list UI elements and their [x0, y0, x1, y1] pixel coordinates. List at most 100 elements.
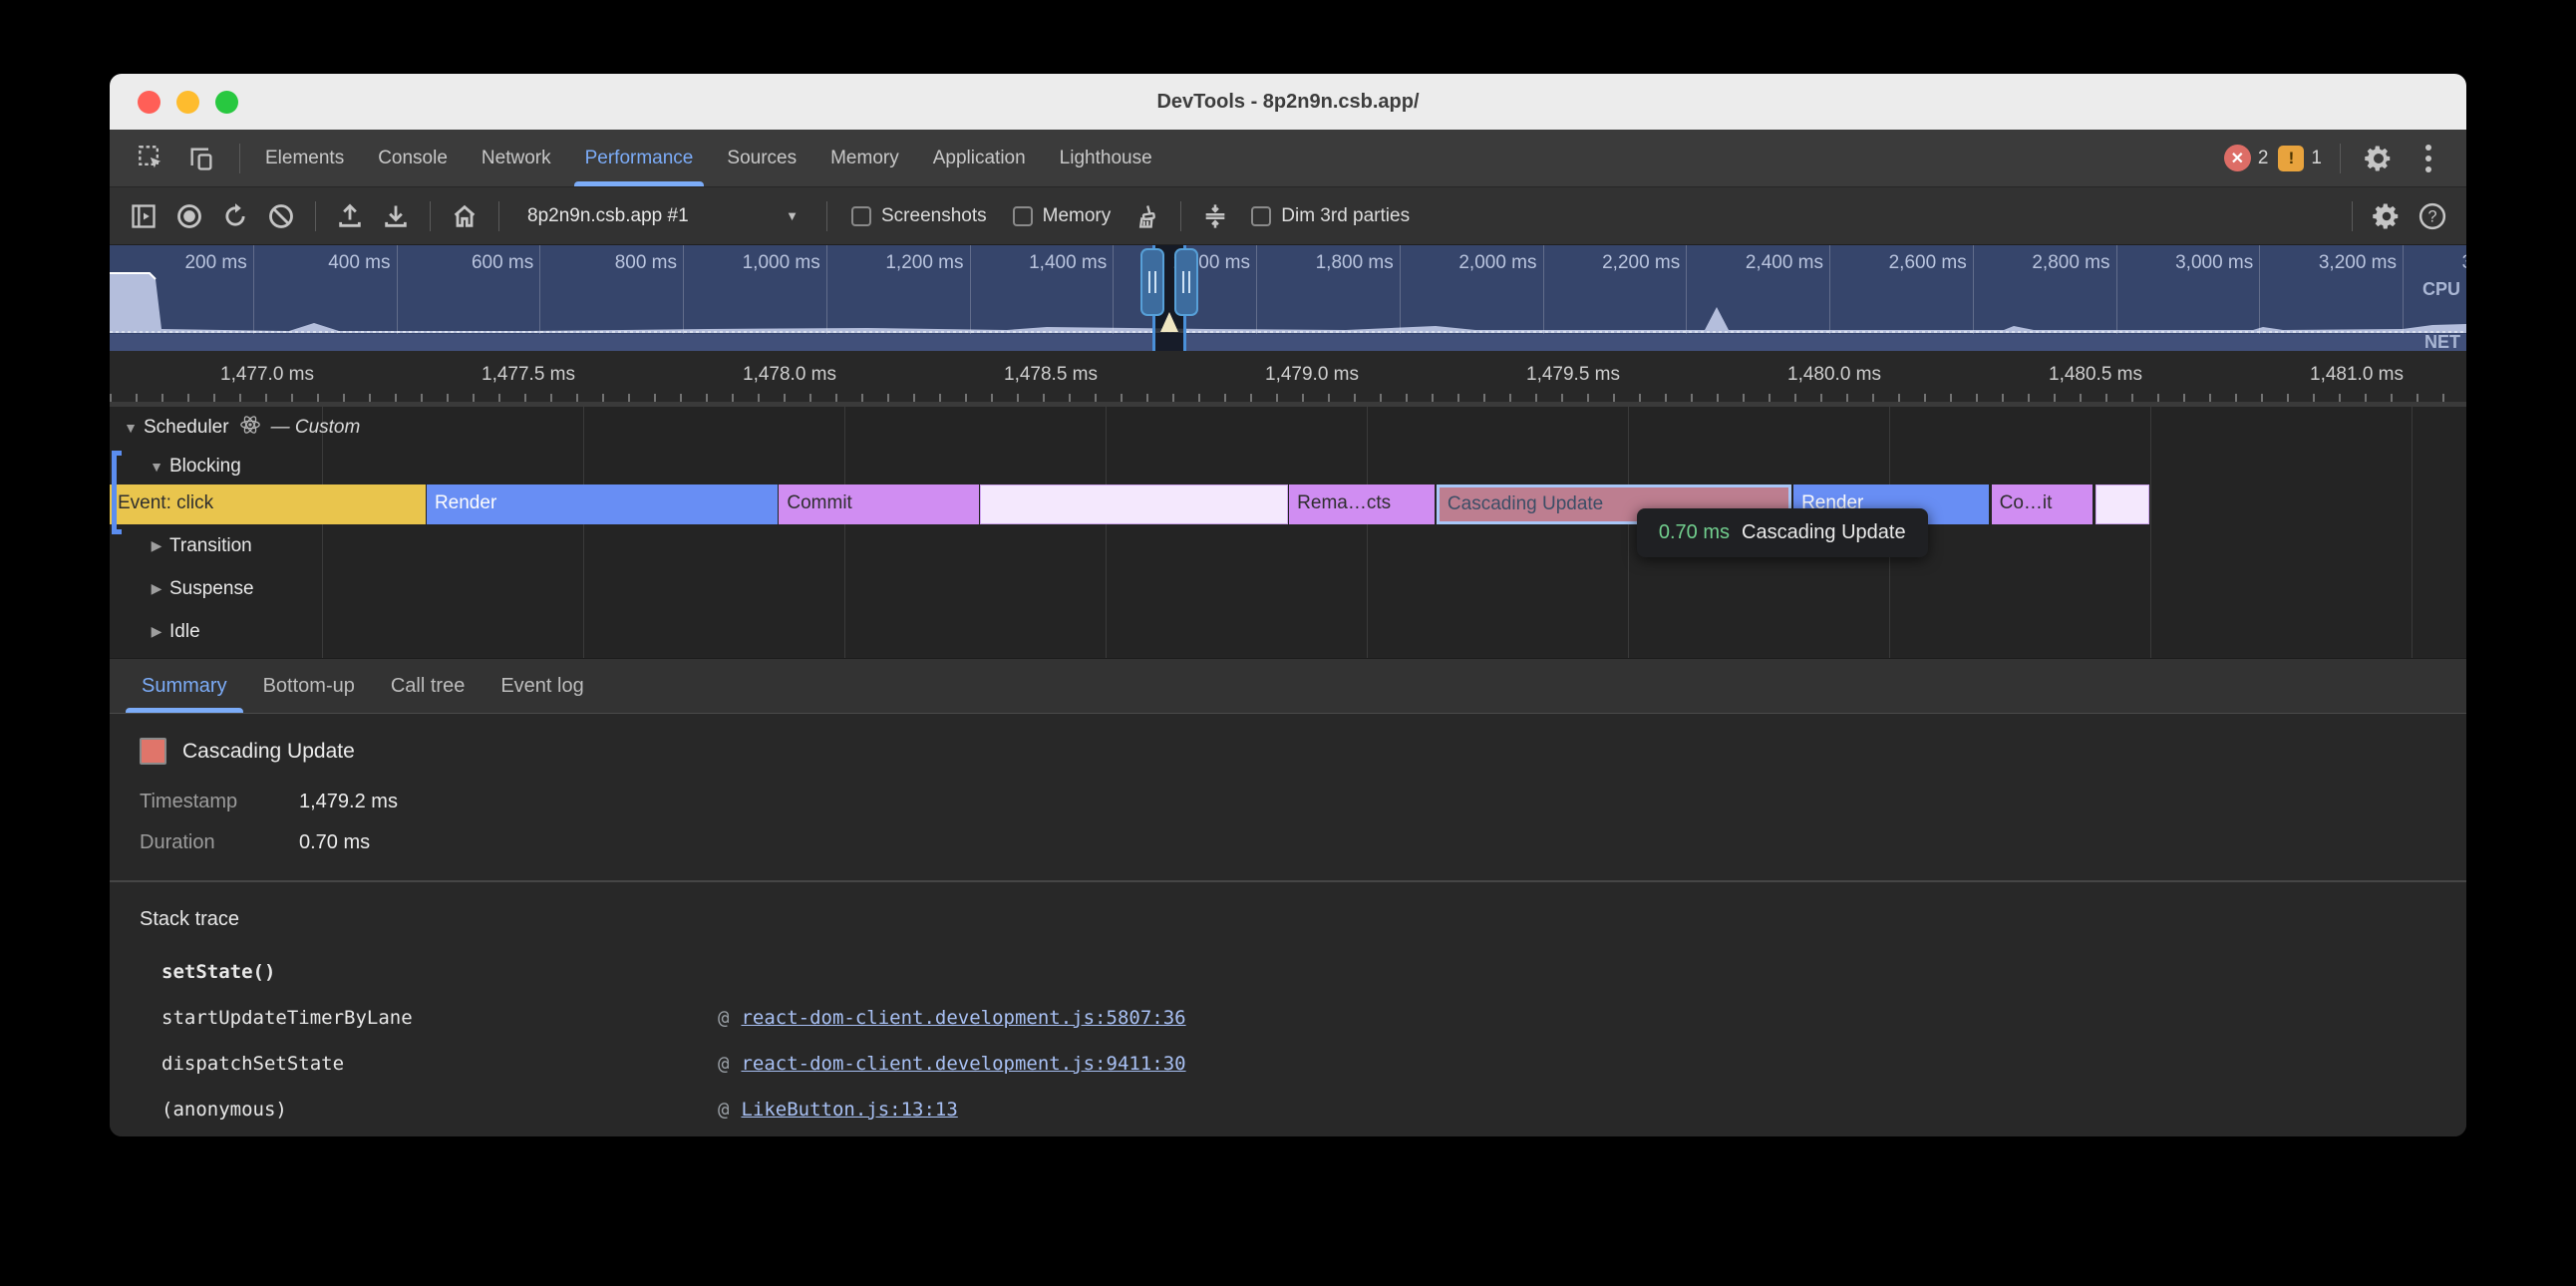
memory-label: Memory [1043, 205, 1112, 227]
selection-handle-right[interactable] [1174, 248, 1198, 316]
ruler-tick-label: 1,480.5 ms [1993, 364, 2142, 386]
close-window-button[interactable] [138, 91, 161, 114]
ruler-tick-label: 1,479.5 ms [1470, 364, 1620, 386]
flame-bar-event-click[interactable]: Event: click [110, 484, 426, 524]
frame-function-name: setState() [140, 961, 718, 983]
tab-console[interactable]: Console [361, 130, 465, 186]
memory-checkbox[interactable]: Memory [1003, 205, 1122, 227]
tab-application[interactable]: Application [916, 130, 1043, 186]
flame-bar-commit[interactable]: Commit [779, 484, 979, 524]
devtools-tabbar: ElementsConsoleNetworkPerformanceSources… [110, 130, 2466, 187]
home-icon[interactable] [445, 196, 484, 236]
field-name: Duration [140, 831, 299, 854]
error-badge[interactable]: ✕ 2 [2224, 145, 2269, 171]
tab-lighthouse[interactable]: Lighthouse [1043, 130, 1169, 186]
overview-tick-label: 1,400 ms [951, 252, 1107, 274]
tab-performance[interactable]: Performance [568, 130, 711, 186]
collapse-sections-icon[interactable] [1195, 196, 1235, 236]
more-options-icon[interactable] [2409, 139, 2448, 178]
device-toolbar-icon[interactable] [181, 139, 221, 178]
track-group-blocking[interactable]: ▼ Blocking [110, 449, 2466, 484]
error-icon: ✕ [2224, 145, 2251, 171]
tab-sources[interactable]: Sources [710, 130, 813, 186]
stack-frame: (anonymous)@LikeButton.js:13:13 [140, 1099, 2436, 1121]
selected-track-bracket [112, 451, 122, 534]
overview-tick-label: 3,200 ms [2241, 252, 2397, 274]
tab-elements[interactable]: Elements [248, 130, 361, 186]
overview-tick-label: 1,800 ms [1238, 252, 1394, 274]
tab-event-log[interactable]: Event log [483, 659, 601, 713]
overview-tick-label: 3,400 ms [2385, 252, 2466, 274]
save-profile-icon[interactable] [376, 196, 416, 236]
tab-call-tree[interactable]: Call tree [373, 659, 483, 713]
source-location-link[interactable]: react-dom-client.development.js:9411:30 [741, 1053, 1185, 1075]
clear-icon[interactable] [261, 196, 301, 236]
ruler-tick-label: 1,479.0 ms [1209, 364, 1359, 386]
warning-badge[interactable]: ! 1 [2278, 146, 2322, 171]
field-name: Timestamp [140, 791, 299, 813]
source-location-link[interactable]: react-dom-client.development.js:5807:36 [741, 1007, 1185, 1029]
cpu-lane-label: CPU [2422, 279, 2460, 300]
stack-trace-heading: Stack trace [140, 908, 2436, 931]
triangle-right-icon[interactable]: ▶ [144, 623, 169, 640]
flame-bar-co-it[interactable]: Co…it [1992, 484, 2093, 524]
idle-group-label: Idle [169, 621, 200, 643]
triangle-down-icon[interactable]: ▼ [144, 459, 169, 475]
track-scheduler[interactable]: ▼ Scheduler — Custom [110, 407, 2466, 449]
scheduler-track-label: Scheduler [144, 417, 229, 439]
triangle-down-icon[interactable]: ▼ [118, 420, 144, 436]
minimize-window-button[interactable] [176, 91, 199, 114]
capture-settings-gear-icon[interactable] [2367, 196, 2407, 236]
divider [239, 144, 240, 173]
devtools-window: DevTools - 8p2n9n.csb.app/ ElementsConso… [110, 74, 2466, 1136]
help-icon[interactable]: ? [2413, 196, 2452, 236]
at-symbol: @ [718, 1007, 729, 1029]
triangle-right-icon[interactable]: ▶ [144, 580, 169, 597]
overview-tick-label: 2,200 ms [1524, 252, 1680, 274]
collect-garbage-icon[interactable] [1127, 196, 1166, 236]
overview-tick-label: 1,000 ms [665, 252, 820, 274]
toggle-sidebar-icon[interactable] [124, 196, 163, 236]
track-group-suspense[interactable]: ▶Suspense [110, 567, 2466, 610]
flame-bar-render[interactable]: Render [427, 484, 778, 524]
selection-cpu-spike [1160, 312, 1178, 332]
suspense-group-label: Suspense [169, 578, 254, 600]
details-tabbar: SummaryBottom-upCall treeEvent log [110, 658, 2466, 714]
flame-chart-tracks[interactable]: ▼ Scheduler — Custom ▼ Blocking Event: c… [110, 407, 2466, 658]
selection-handle-left[interactable] [1140, 248, 1164, 316]
traffic-lights [138, 91, 238, 114]
field-value: 1,479.2 ms [299, 791, 398, 813]
tab-summary[interactable]: Summary [124, 659, 245, 713]
net-lane-label: NET [2424, 332, 2460, 351]
flame-bar-pale[interactable] [2095, 484, 2149, 524]
source-location-link[interactable]: LikeButton.js:13:13 [741, 1099, 957, 1121]
warning-count: 1 [2311, 148, 2322, 169]
flame-bar-rema-cts[interactable]: Rema…cts [1289, 484, 1434, 524]
dim-3rd-parties-checkbox[interactable]: Dim 3rd parties [1241, 205, 1420, 227]
warning-icon: ! [2278, 146, 2304, 171]
event-tooltip: 0.70 msCascading Update [1637, 508, 1928, 557]
tab-bottom-up[interactable]: Bottom-up [245, 659, 373, 713]
tab-memory[interactable]: Memory [813, 130, 916, 186]
timeline-overview[interactable]: 200 ms400 ms600 ms800 ms1,000 ms1,200 ms… [110, 245, 2466, 351]
zoom-window-button[interactable] [215, 91, 238, 114]
target-selector-dropdown[interactable]: 8p2n9n.csb.app #1 ▼ [513, 205, 812, 227]
at-symbol: @ [718, 1099, 729, 1121]
reload-record-icon[interactable] [215, 196, 255, 236]
triangle-right-icon[interactable]: ▶ [144, 537, 169, 554]
screenshots-checkbox[interactable]: Screenshots [841, 205, 997, 227]
tab-network[interactable]: Network [465, 130, 568, 186]
overview-tick-label: 200 ms [110, 252, 247, 274]
target-selector-value: 8p2n9n.csb.app #1 [527, 205, 689, 227]
track-group-transition[interactable]: ▶Transition [110, 524, 2466, 567]
inspect-element-icon[interactable] [132, 139, 171, 178]
load-profile-icon[interactable] [330, 196, 370, 236]
flame-bar-pale[interactable] [980, 484, 1288, 524]
track-group-idle[interactable]: ▶Idle [110, 610, 2466, 653]
detail-time-ruler[interactable]: 1,477.0 ms1,477.5 ms1,478.0 ms1,478.5 ms… [110, 351, 2466, 407]
settings-gear-icon[interactable] [2359, 139, 2399, 178]
chevron-down-icon: ▼ [786, 208, 799, 223]
ruler-tick-label: 1,477.5 ms [426, 364, 575, 386]
ruler-tick-label: 1,480.0 ms [1732, 364, 1881, 386]
record-icon[interactable] [169, 196, 209, 236]
